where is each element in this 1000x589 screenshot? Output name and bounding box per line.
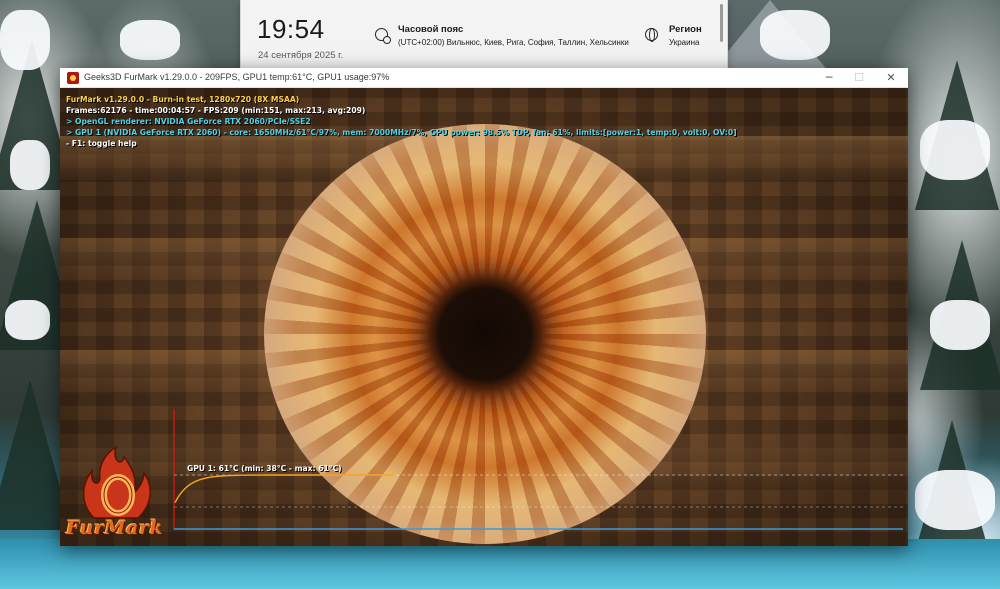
gpu-temp-line: [174, 474, 393, 504]
timezone-value: (UTC+02:00) Вильнюс, Киев, Рига, София, …: [398, 38, 629, 47]
furmark-window: Geeks3D FurMark v1.29.0.0 - 209FPS, GPU1…: [60, 68, 908, 546]
clock-flyout: 19:54 24 сентября 2025 г. Часовой пояс (…: [240, 0, 728, 70]
snow-clump: [930, 300, 990, 350]
osd-renderer-line: > OpenGL renderer: NVIDIA GeForce RTX 20…: [66, 117, 311, 126]
window-titlebar[interactable]: Geeks3D FurMark v1.29.0.0 - 209FPS, GPU1…: [60, 68, 908, 88]
lake: [0, 539, 1000, 589]
snow-clump: [760, 10, 830, 60]
flyout-scrollbar[interactable]: [720, 4, 723, 42]
snow-clump: [120, 20, 180, 60]
minimize-button[interactable]: ─: [814, 68, 844, 88]
globe-icon: [645, 28, 658, 42]
snow-clump: [5, 300, 50, 340]
osd-gpu-line: > GPU 1 (NVIDIA GeForce RTX 2060) - core…: [66, 128, 737, 137]
osd-title-line: FurMark v1.29.0.0 - Burn-in test, 1280x7…: [66, 95, 300, 104]
snow-clump: [920, 120, 990, 180]
clock-time: 19:54: [257, 14, 325, 44]
snow-clump: [10, 140, 50, 190]
close-button[interactable]: ✕: [876, 68, 906, 88]
furmark-logo: FurMark: [64, 443, 174, 543]
clock-date: 24 сентября 2025 г.: [258, 50, 344, 61]
render-viewport[interactable]: FurMark v1.29.0.0 - Burn-in test, 1280x7…: [60, 88, 908, 546]
region-value: Украина: [669, 38, 700, 47]
gpu-temp-label: GPU 1: 61°C (min: 38°C - max: 61°C): [187, 464, 342, 473]
globe-clock-icon: [375, 28, 391, 44]
furmark-app-icon[interactable]: [67, 72, 79, 84]
osd-overlay: FurMark v1.29.0.0 - Burn-in test, 1280x7…: [66, 94, 737, 149]
maximize-button[interactable]: ☐: [844, 68, 874, 88]
region-title[interactable]: Регион: [669, 24, 702, 35]
osd-help-line: - F1: toggle help: [66, 139, 137, 148]
snow-clump: [915, 470, 995, 530]
timezone-title[interactable]: Часовой пояс: [398, 24, 463, 35]
window-title: Geeks3D FurMark v1.29.0.0 - 209FPS, GPU1…: [84, 72, 390, 82]
furmark-logo-text: FurMark: [66, 517, 163, 539]
osd-frames-line: Frames:62176 - time:00:04:57 - FPS:209 (…: [66, 106, 366, 115]
snow-clump: [0, 10, 50, 70]
furmark-flame-icon: [82, 445, 151, 519]
